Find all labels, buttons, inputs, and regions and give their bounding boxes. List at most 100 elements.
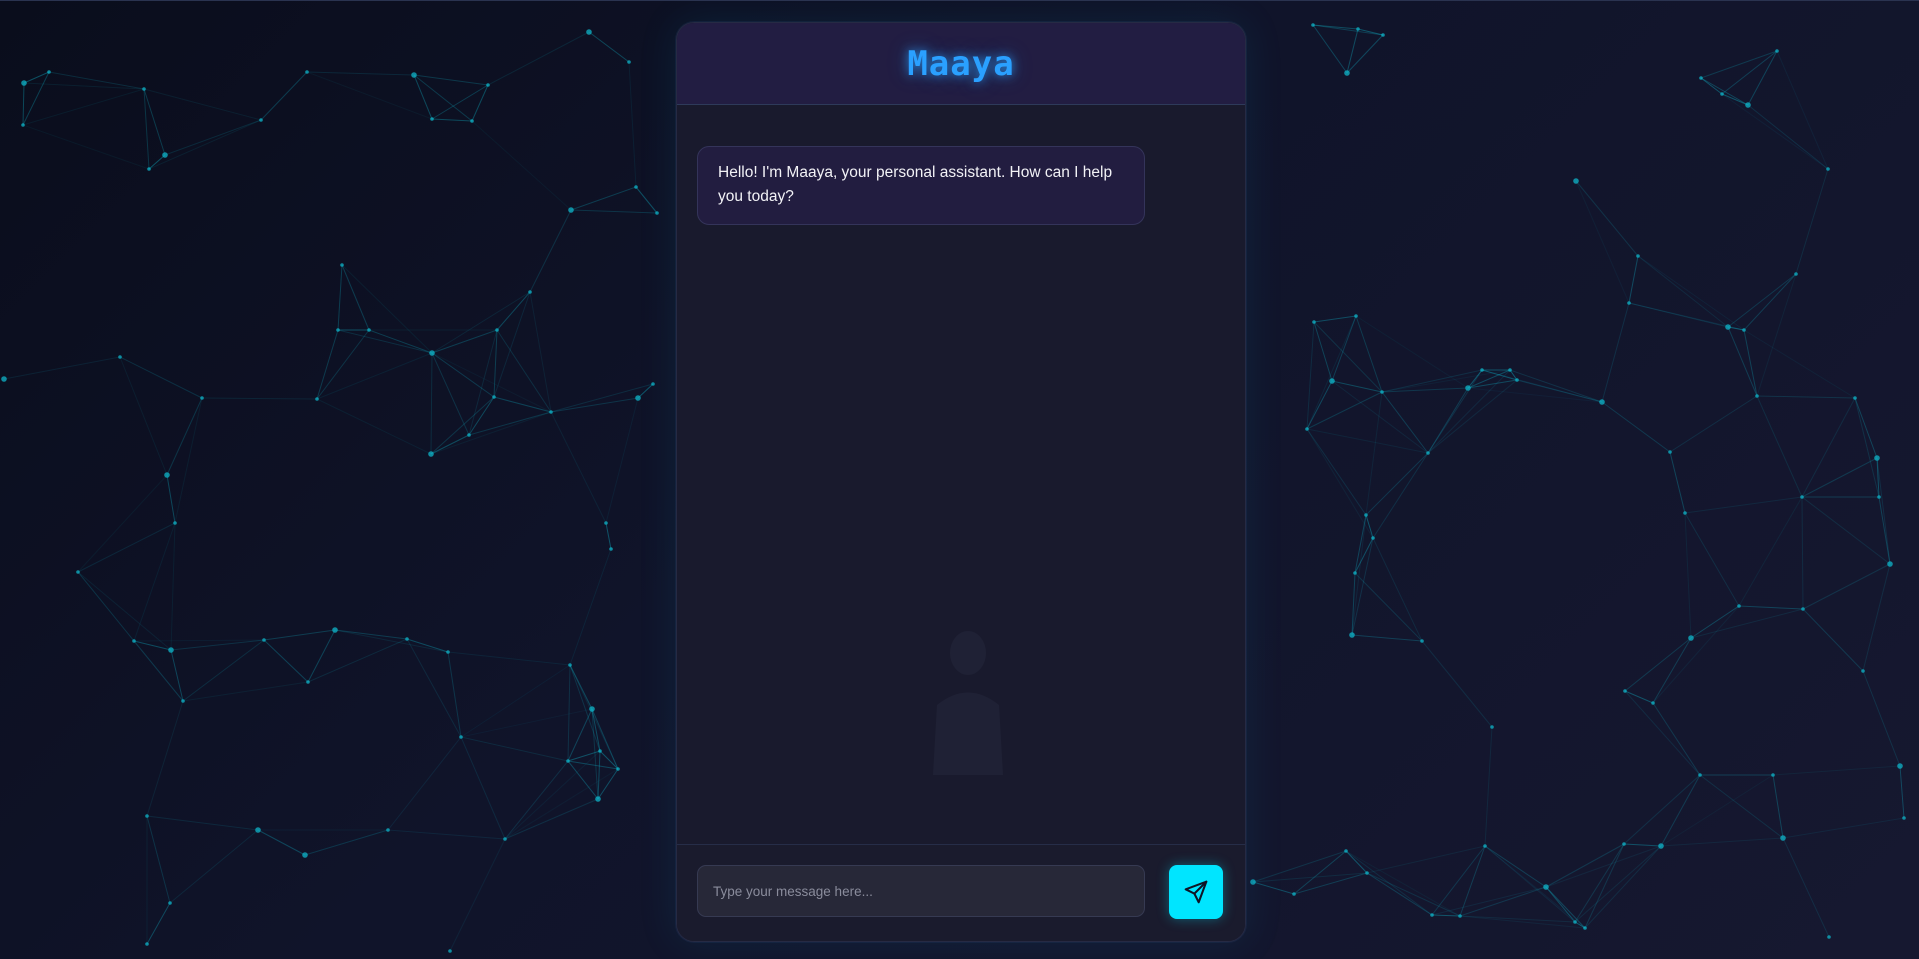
network-node [118, 355, 122, 359]
network-line [1862, 670, 1901, 767]
network-line [22, 82, 25, 126]
network-line [1802, 608, 1864, 672]
network-node [1775, 49, 1779, 53]
network-node [1458, 914, 1462, 918]
network-node [132, 639, 136, 643]
message-list: Hello! I'm Maaya, your personal assistan… [677, 105, 1245, 865]
network-line [1878, 496, 1891, 565]
network-line [430, 352, 433, 455]
network-node [1430, 913, 1434, 917]
network-line [431, 84, 489, 120]
network-line [1756, 273, 1797, 397]
network-line [1756, 395, 1856, 399]
network-node [1622, 842, 1626, 846]
network-node [1364, 513, 1368, 517]
network-node [1250, 879, 1256, 885]
network-node [1636, 254, 1640, 258]
network-node [589, 706, 595, 712]
network-node [367, 328, 371, 332]
chat-header: Maaya [677, 23, 1245, 105]
network-node [429, 350, 435, 356]
network-line [1312, 24, 1348, 74]
network-node [305, 70, 309, 74]
network-node [306, 680, 310, 684]
network-line [1306, 315, 1357, 430]
network-node [1465, 385, 1471, 391]
network-node [1745, 102, 1751, 108]
network-line [1252, 850, 1347, 883]
network-node [1329, 378, 1335, 384]
network-line [1575, 180, 1630, 304]
network-node [655, 211, 659, 215]
message-composer [677, 844, 1245, 941]
network-node [586, 29, 592, 35]
network-line [146, 815, 171, 904]
network-line [1669, 395, 1758, 453]
network-line [567, 664, 571, 762]
network-node [21, 80, 27, 86]
network-node [528, 290, 532, 294]
network-node [1371, 536, 1375, 540]
network-node [1668, 450, 1672, 454]
network-node [595, 796, 601, 802]
network-node [1573, 178, 1579, 184]
network-line [263, 639, 309, 683]
network-line [1652, 605, 1740, 704]
network-line [182, 639, 265, 702]
network-line [1313, 315, 1357, 323]
network-node [1720, 92, 1724, 96]
send-button[interactable] [1169, 865, 1223, 919]
network-line [493, 291, 531, 398]
network-node [651, 382, 655, 386]
network-line [1584, 843, 1625, 929]
network-node [162, 152, 168, 158]
network-line [337, 329, 433, 354]
network-line [304, 829, 389, 856]
network-line [1700, 50, 1778, 79]
network-line [257, 829, 306, 856]
network-line [1484, 726, 1493, 847]
network-line [77, 571, 135, 642]
network-node [1737, 604, 1741, 608]
network-line [1345, 850, 1461, 917]
network-node [1826, 167, 1830, 171]
network-node [168, 647, 174, 653]
network-node [1780, 835, 1786, 841]
network-line [77, 571, 172, 651]
network-line [460, 736, 506, 840]
network-line [447, 651, 571, 666]
network-line [1795, 168, 1829, 275]
network-line [307, 629, 336, 683]
network-line [1743, 273, 1797, 331]
network-line [1354, 537, 1374, 574]
network-node [1354, 314, 1358, 318]
network-node [255, 827, 261, 833]
network-line [119, 356, 203, 399]
network-line [635, 186, 658, 214]
network-line [1623, 843, 1662, 847]
network-line [1727, 273, 1797, 328]
network-node [1771, 773, 1775, 777]
network-line [1727, 326, 1758, 397]
network-line [1331, 315, 1357, 382]
network-line [1738, 496, 1803, 607]
network-line [1782, 817, 1905, 839]
network-node [1356, 27, 1360, 31]
network-node [411, 72, 417, 78]
network-line [1365, 452, 1429, 516]
network-line [1876, 457, 1891, 565]
network-line [430, 434, 470, 455]
network-line [119, 356, 168, 476]
network-node [1573, 920, 1577, 924]
network-line [1862, 563, 1891, 672]
network-node [147, 167, 151, 171]
network-line [1545, 845, 1662, 888]
network-line [1346, 28, 1359, 74]
network-node [627, 60, 631, 64]
network-node [616, 767, 620, 771]
network-node [1349, 632, 1355, 638]
network-line [1431, 914, 1461, 917]
network-line [146, 902, 171, 945]
message-input[interactable] [697, 865, 1145, 917]
network-line [170, 522, 176, 651]
